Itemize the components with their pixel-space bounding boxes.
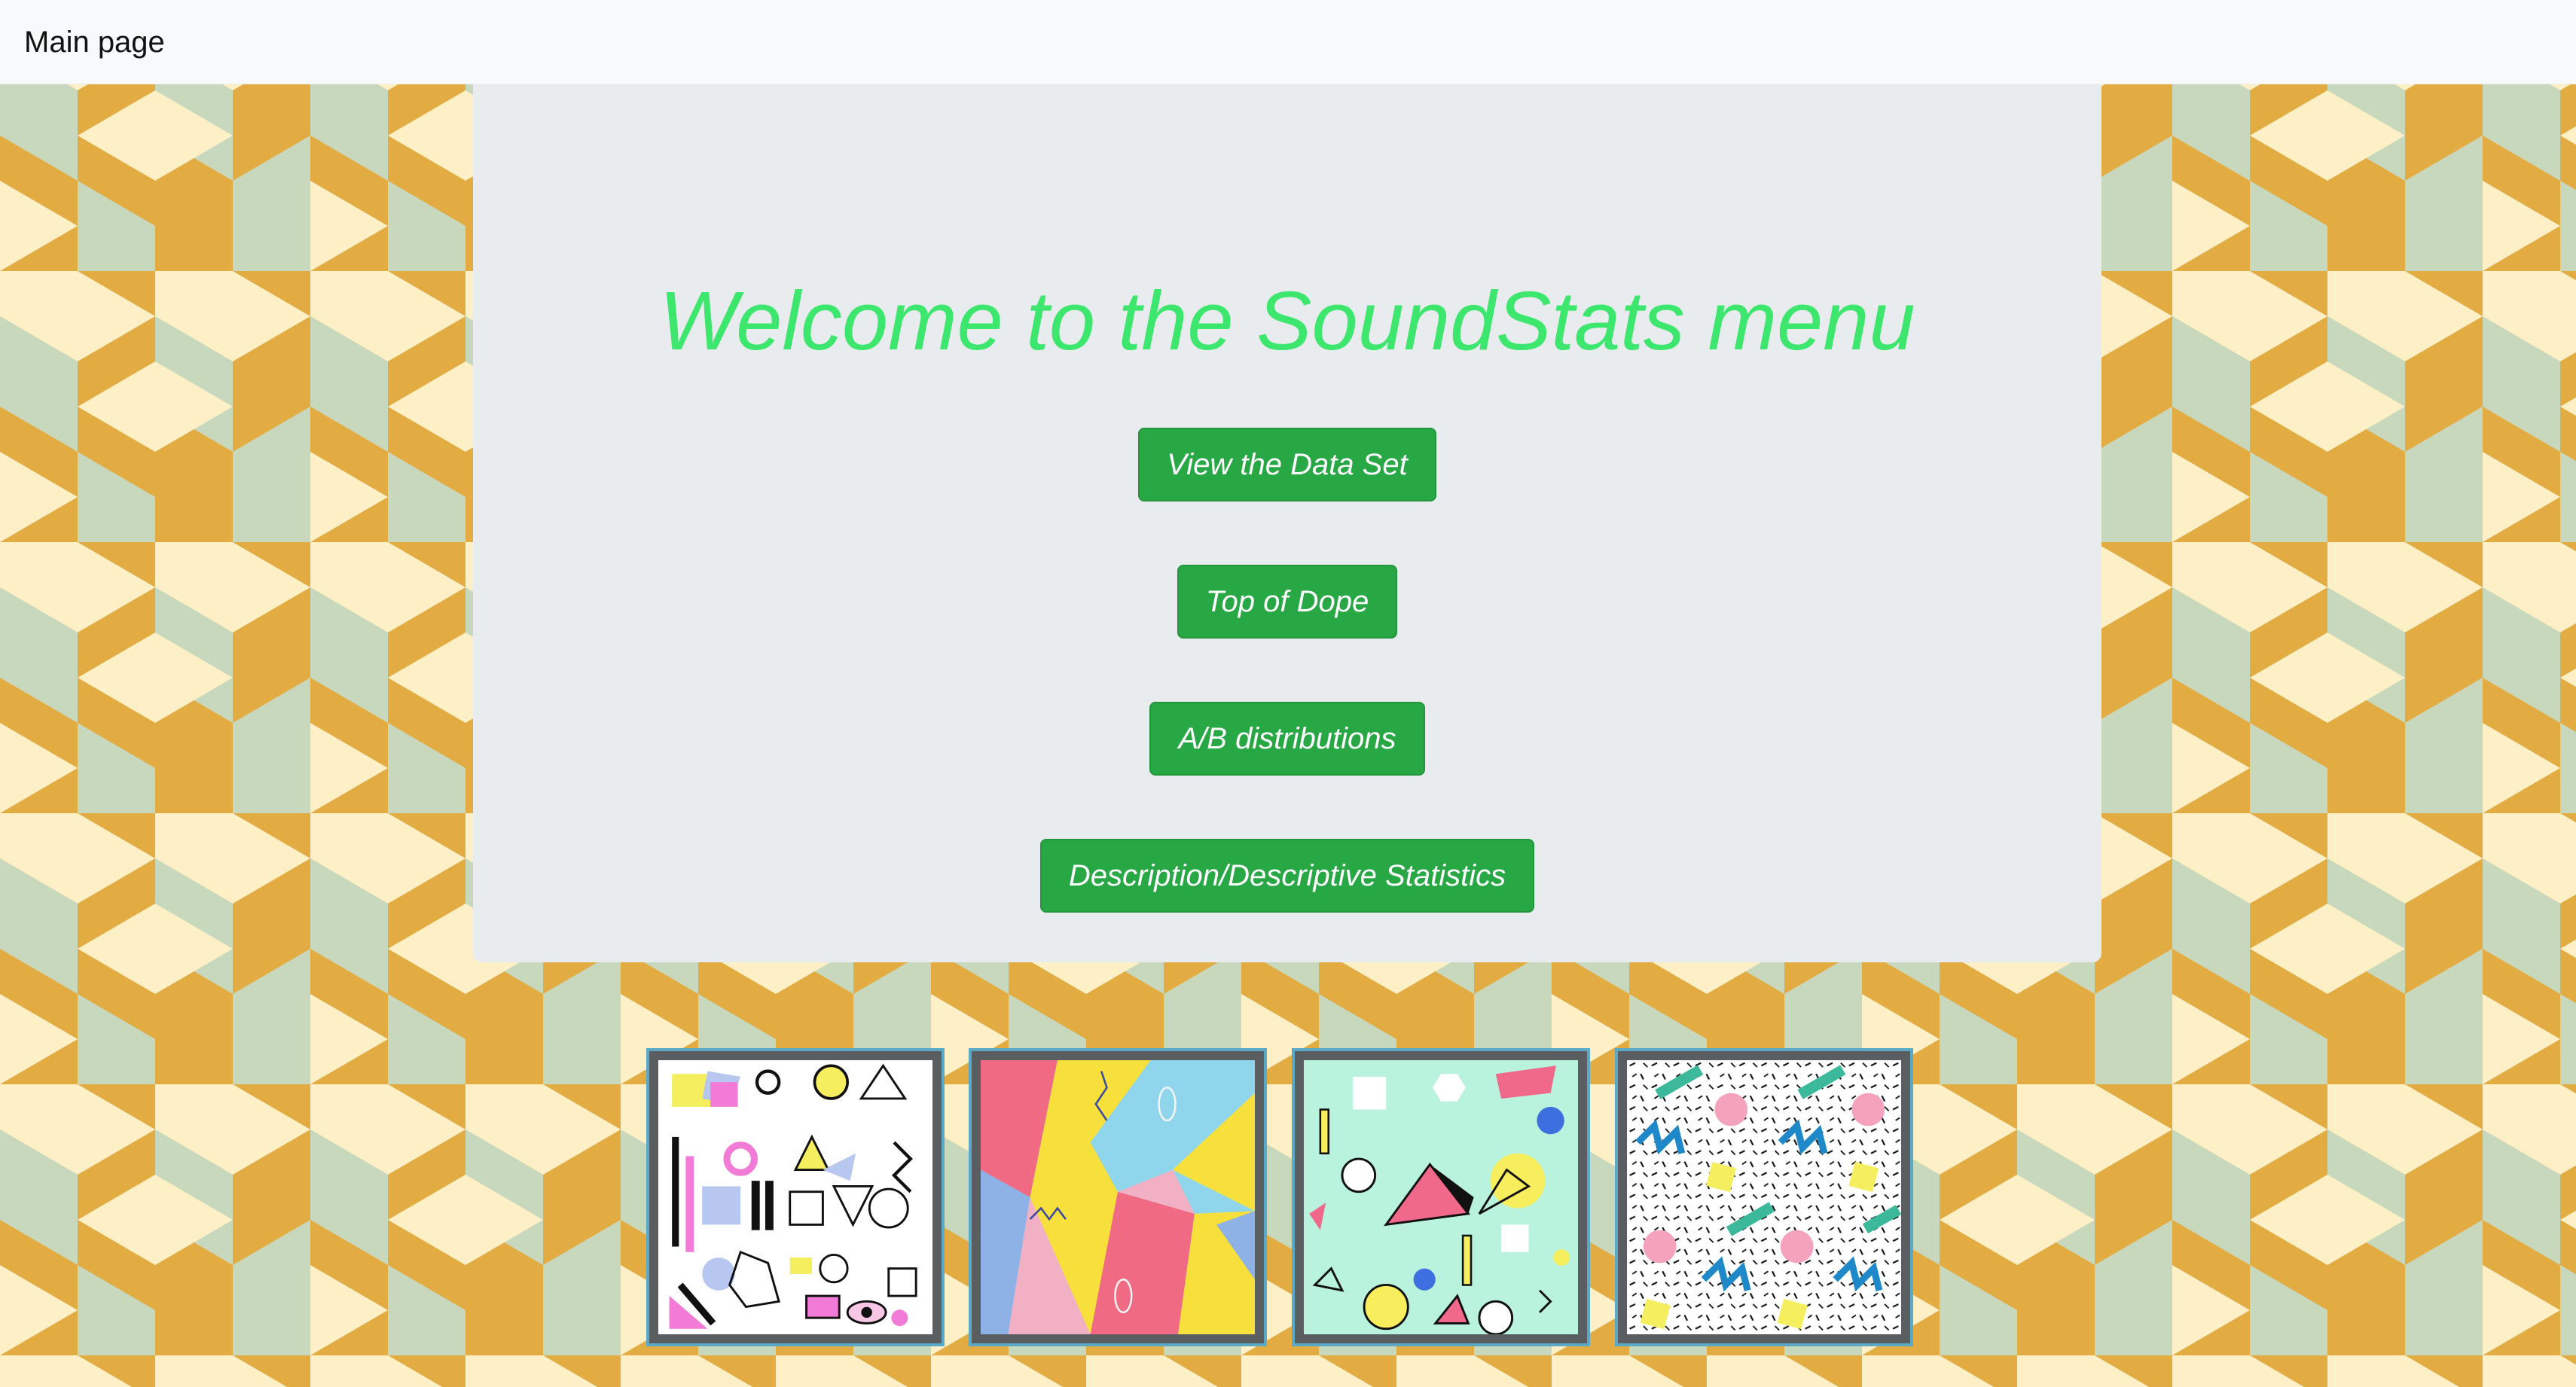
top-navbar: Main page — [0, 0, 2576, 84]
welcome-panel: Welcome to the SoundStats menu View the … — [473, 84, 2101, 962]
memphis-zigzag-image — [1627, 1060, 1901, 1334]
thumbnail-polygons-colorful[interactable] — [969, 1048, 1267, 1346]
page-title: Welcome to the SoundStats menu — [659, 275, 1915, 367]
navbar-brand-link[interactable]: Main page — [24, 23, 165, 62]
thumbnail-zigzag-speckle[interactable] — [1615, 1048, 1913, 1346]
memphis-pyramids-image — [1304, 1060, 1578, 1334]
top-of-dope-button[interactable]: Top of Dope — [1177, 565, 1398, 639]
thumbnail-pyramids-mint[interactable] — [1292, 1048, 1590, 1346]
ab-distributions-button[interactable]: A/B distributions — [1149, 702, 1425, 776]
thumbnail-shapes-white[interactable] — [646, 1048, 945, 1346]
memphis-polygons-image — [981, 1060, 1255, 1334]
memphis-shapes-image — [658, 1060, 932, 1334]
view-data-set-button[interactable]: View the Data Set — [1138, 428, 1436, 501]
descriptive-statistics-button[interactable]: Description/Descriptive Statistics — [1039, 839, 1535, 913]
